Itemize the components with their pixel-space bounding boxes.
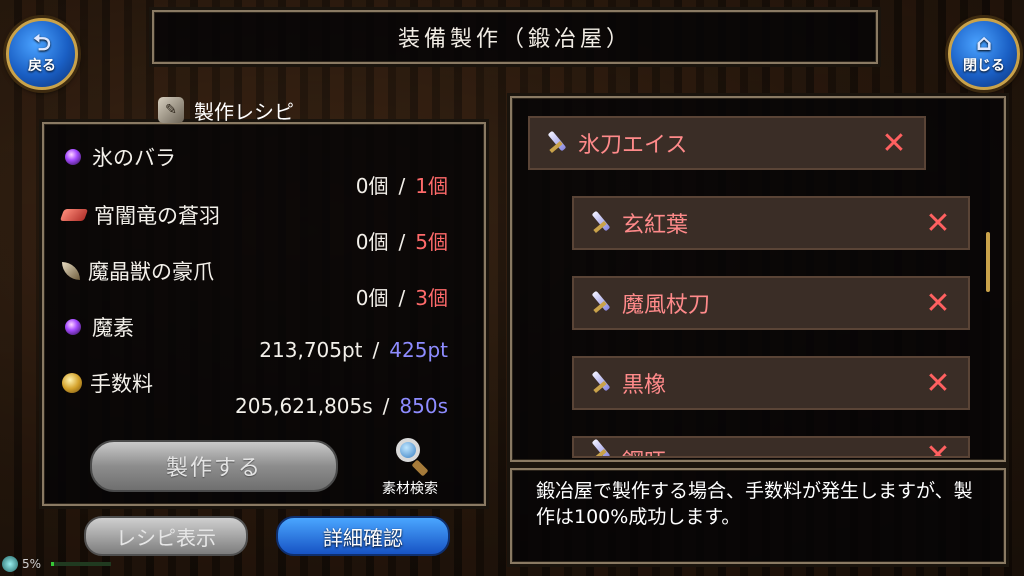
unavailable-x-icon: ✕ — [925, 438, 951, 458]
back-label: 戻る — [28, 58, 56, 74]
title-bar: 装備製作（鍛冶屋） — [152, 10, 878, 64]
owned-count: 213,705pt — [259, 338, 363, 362]
material-row: 魔晶獣の豪爪 — [62, 256, 214, 286]
magnifier-icon — [392, 436, 429, 477]
claw-icon — [62, 262, 80, 280]
list-item[interactable]: 玄紅葉 ✕ — [572, 196, 970, 250]
close-label: 閉じる — [963, 58, 1005, 74]
sword-icon — [588, 290, 614, 316]
separator: / — [398, 286, 406, 310]
material-row: 氷のバラ — [62, 142, 176, 172]
unavailable-x-icon: ✕ — [925, 365, 951, 401]
required-count: 425pt — [389, 338, 448, 362]
material-search-button[interactable]: 素材検索 — [368, 436, 452, 498]
item-name: 魔風杖刀 — [622, 293, 711, 318]
page-title: 装備製作（鍛冶屋） — [397, 27, 632, 52]
owned-count: 205,621,805s — [235, 394, 373, 418]
unavailable-x-icon: ✕ — [881, 125, 907, 161]
sword-icon — [588, 370, 614, 396]
material-quantity: 213,705pt / 425pt — [259, 338, 448, 362]
close-button[interactable]: ⌂ 閉じる — [948, 18, 1020, 90]
material-name: 魔素 — [92, 316, 134, 340]
sword-icon — [588, 438, 614, 456]
home-icon: ⌂ — [976, 31, 992, 56]
material-search-label: 素材検索 — [382, 481, 438, 497]
material-row: 魔素 — [62, 312, 134, 342]
material-quantity: 0個 / 1個 — [356, 170, 448, 199]
craft-button[interactable]: 製作する — [90, 440, 338, 492]
required-count: 1個 — [415, 174, 448, 198]
material-quantity: 0個 / 5個 — [356, 226, 448, 255]
separator: / — [382, 394, 390, 418]
list-item[interactable]: 魔風杖刀 ✕ — [572, 276, 970, 330]
item-name: 鋼旺 — [622, 444, 908, 456]
back-button[interactable]: ⮌ 戻る — [6, 18, 78, 90]
info-message: 鍛冶屋で製作する場合、手数料が発生しますが、製作は100%成功します。 — [536, 480, 973, 528]
recipe-header: ✎ 製作レシピ — [148, 94, 318, 126]
unavailable-x-icon: ✕ — [925, 205, 951, 241]
scroll-icon: ✎ — [158, 97, 184, 123]
list-item[interactable]: 黒橡 ✕ — [572, 356, 970, 410]
recipe-view-button[interactable]: レシピ表示 — [84, 516, 248, 556]
material-row: 手数料 — [62, 368, 153, 398]
material-quantity: 205,621,805s / 850s — [235, 394, 448, 418]
return-arrow-icon: ⮌ — [33, 31, 51, 56]
detail-button[interactable]: 詳細確認 — [276, 516, 450, 556]
required-count: 3個 — [415, 286, 448, 310]
owned-count: 0個 — [355, 230, 389, 254]
sword-icon — [544, 130, 570, 156]
material-name: 魔晶獣の豪爪 — [88, 260, 214, 284]
sword-icon — [588, 210, 614, 236]
recipe-title: 製作レシピ — [194, 99, 294, 124]
status-bar — [51, 562, 112, 566]
list-item[interactable]: 氷刀エイス ✕ — [528, 116, 926, 170]
material-name: 氷のバラ — [92, 146, 176, 170]
material-name: 手数料 — [90, 372, 153, 396]
material-name: 宵闇竜の蒼羽 — [94, 204, 220, 228]
material-quantity: 0個 / 3個 — [356, 282, 448, 311]
list-scrollbar[interactable] — [986, 232, 990, 292]
separator: / — [372, 338, 380, 362]
unavailable-x-icon: ✕ — [925, 285, 951, 321]
feather-icon — [59, 209, 89, 221]
material-row: 宵闇竜の蒼羽 — [59, 200, 220, 230]
item-name: 玄紅葉 — [622, 213, 689, 238]
status-indicator: 5% — [2, 556, 112, 572]
separator: / — [398, 230, 406, 254]
item-name: 黒橡 — [622, 373, 667, 398]
status-percent: 5% — [22, 557, 42, 571]
owned-count: 0個 — [355, 174, 389, 198]
owned-count: 0個 — [355, 286, 389, 310]
purple-orb-icon — [65, 319, 81, 335]
separator: / — [398, 174, 406, 198]
item-name: 氷刀エイス — [578, 133, 688, 158]
coin-icon — [62, 373, 82, 393]
required-count: 5個 — [415, 230, 448, 254]
gem-icon — [2, 556, 18, 572]
list-item[interactable]: 鋼旺 ✕ — [572, 436, 970, 458]
purple-orb-icon — [65, 149, 81, 165]
required-count: 850s — [399, 394, 448, 418]
